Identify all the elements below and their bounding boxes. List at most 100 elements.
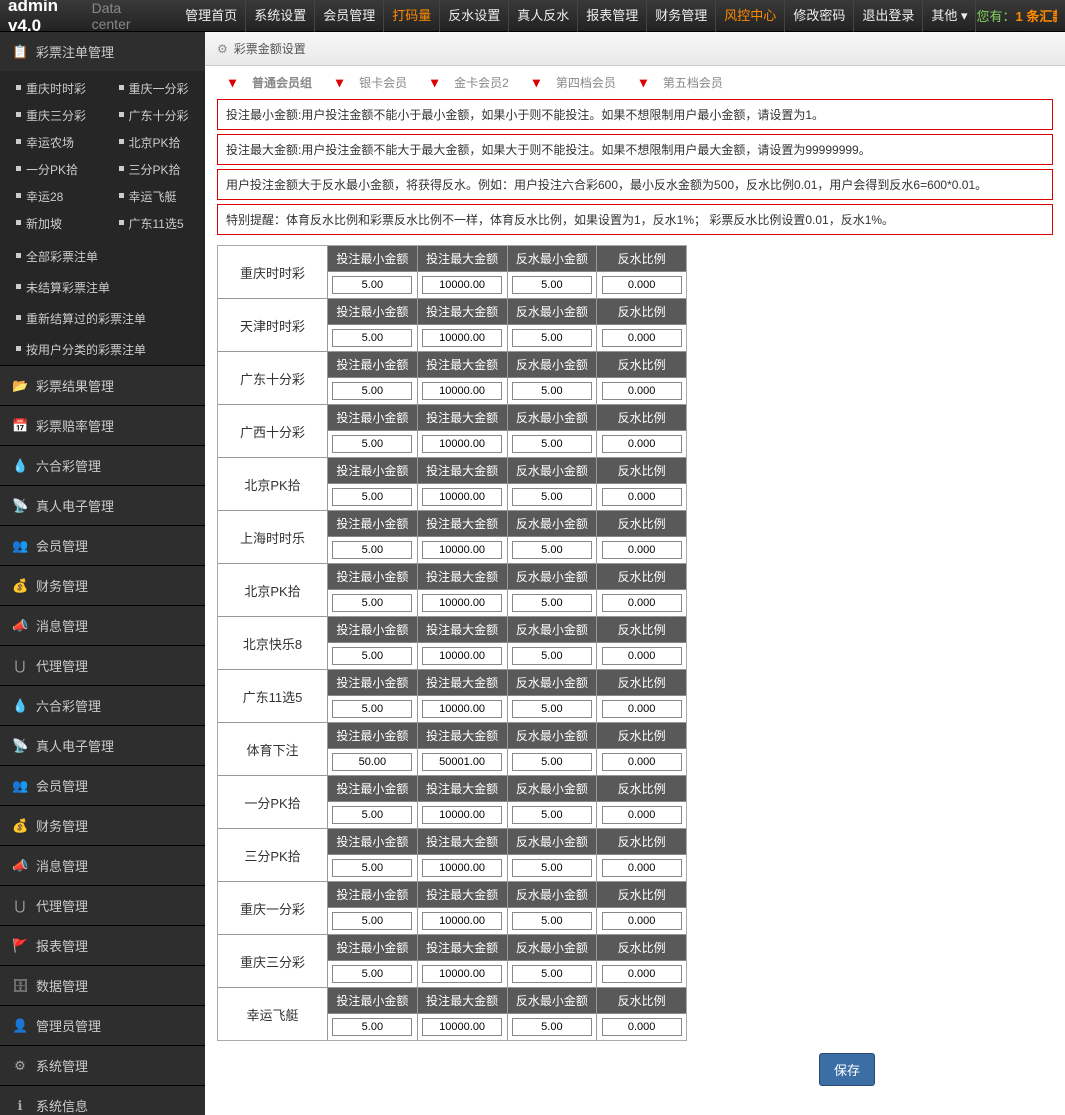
amount-input[interactable] xyxy=(422,1018,502,1036)
topnav-item[interactable]: 打码量 xyxy=(384,0,440,32)
sidebar-group[interactable]: ⋃代理管理 xyxy=(0,886,205,925)
sidebar-item[interactable]: 三分PK拾 xyxy=(103,156,206,183)
amount-input[interactable] xyxy=(602,859,682,877)
amount-input[interactable] xyxy=(422,329,502,347)
topnav-item[interactable]: 管理首页 xyxy=(177,0,246,32)
amount-input[interactable] xyxy=(332,753,412,771)
sidebar-item[interactable]: 一分PK拾 xyxy=(0,156,103,183)
topnav-item[interactable]: 真人反水 xyxy=(509,0,578,32)
sidebar-group[interactable]: 🚩报表管理 xyxy=(0,926,205,965)
amount-input[interactable] xyxy=(422,912,502,930)
amount-input[interactable] xyxy=(602,965,682,983)
sidebar-item[interactable]: 未结算彩票注单 xyxy=(0,272,205,303)
tier-tab[interactable]: ▾银卡会员 xyxy=(324,74,419,91)
amount-input[interactable] xyxy=(422,859,502,877)
amount-input[interactable] xyxy=(602,488,682,506)
amount-input[interactable] xyxy=(332,276,412,294)
tier-tab[interactable]: ▾第四档会员 xyxy=(521,74,628,91)
amount-input[interactable] xyxy=(512,859,592,877)
amount-input[interactable] xyxy=(332,806,412,824)
amount-input[interactable] xyxy=(422,594,502,612)
topnav-item[interactable]: 其他 ▾ xyxy=(923,0,976,32)
amount-input[interactable] xyxy=(422,700,502,718)
amount-input[interactable] xyxy=(512,435,592,453)
sidebar-group[interactable]: 💰财务管理 xyxy=(0,806,205,845)
sidebar-item[interactable]: 全部彩票注单 xyxy=(0,241,205,272)
topnav-item[interactable]: 系统设置 xyxy=(246,0,315,32)
sidebar-item[interactable]: 北京PK拾 xyxy=(103,129,206,156)
sidebar-group[interactable]: 📡真人电子管理 xyxy=(0,486,205,525)
topnav-item[interactable]: 修改密码 xyxy=(785,0,854,32)
amount-input[interactable] xyxy=(512,488,592,506)
amount-input[interactable] xyxy=(602,806,682,824)
sidebar-group[interactable]: 👥会员管理 xyxy=(0,526,205,565)
amount-input[interactable] xyxy=(332,541,412,559)
sidebar-group[interactable]: 📣消息管理 xyxy=(0,846,205,885)
sidebar-group[interactable]: ⚙系统管理 xyxy=(0,1046,205,1085)
sidebar-item[interactable]: 重庆时时彩 xyxy=(0,75,103,102)
sidebar-group[interactable]: 👥会员管理 xyxy=(0,766,205,805)
sidebar-item[interactable]: 幸运农场 xyxy=(0,129,103,156)
amount-input[interactable] xyxy=(332,965,412,983)
amount-input[interactable] xyxy=(512,912,592,930)
sidebar-item[interactable]: 幸运28 xyxy=(0,183,103,210)
sidebar-group[interactable]: 📂彩票结果管理 xyxy=(0,366,205,405)
sidebar-group[interactable]: 📣消息管理 xyxy=(0,606,205,645)
amount-input[interactable] xyxy=(512,594,592,612)
amount-input[interactable] xyxy=(512,541,592,559)
amount-input[interactable] xyxy=(602,541,682,559)
sidebar-item[interactable]: 幸运飞艇 xyxy=(103,183,206,210)
amount-input[interactable] xyxy=(422,647,502,665)
sidebar-group[interactable]: 💧六合彩管理 xyxy=(0,686,205,725)
topnav-item[interactable]: 风控中心 xyxy=(716,0,785,32)
amount-input[interactable] xyxy=(422,806,502,824)
tier-tab[interactable]: ▾普通会员组 xyxy=(217,74,324,91)
amount-input[interactable] xyxy=(512,1018,592,1036)
topnav-item[interactable]: 反水设置 xyxy=(440,0,509,32)
amount-input[interactable] xyxy=(602,1018,682,1036)
sidebar-item[interactable]: 新加坡 xyxy=(0,210,103,237)
amount-input[interactable] xyxy=(422,382,502,400)
amount-input[interactable] xyxy=(422,753,502,771)
amount-input[interactable] xyxy=(512,965,592,983)
sidebar-group-lottery-orders[interactable]: 📋 彩票注单管理 xyxy=(0,32,205,71)
amount-input[interactable] xyxy=(602,276,682,294)
sidebar-group[interactable]: 👤管理员管理 xyxy=(0,1006,205,1045)
amount-input[interactable] xyxy=(422,435,502,453)
topnav-item[interactable]: 退出登录 xyxy=(854,0,923,32)
save-button[interactable]: 保存 xyxy=(819,1053,875,1086)
sidebar-group[interactable]: 📅彩票赔率管理 xyxy=(0,406,205,445)
amount-input[interactable] xyxy=(332,912,412,930)
amount-input[interactable] xyxy=(422,541,502,559)
sidebar-group[interactable]: 🗄数据管理 xyxy=(0,966,205,1005)
sidebar-item[interactable]: 按用户分类的彩票注单 xyxy=(0,334,205,365)
amount-input[interactable] xyxy=(512,700,592,718)
amount-input[interactable] xyxy=(512,753,592,771)
amount-input[interactable] xyxy=(512,806,592,824)
sidebar-item[interactable]: 重庆三分彩 xyxy=(0,102,103,129)
amount-input[interactable] xyxy=(332,435,412,453)
sidebar-item[interactable]: 重庆一分彩 xyxy=(103,75,206,102)
sidebar-item[interactable]: 广东11选5 xyxy=(103,210,206,237)
amount-input[interactable] xyxy=(512,276,592,294)
amount-input[interactable] xyxy=(602,753,682,771)
topnav-item[interactable]: 报表管理 xyxy=(578,0,647,32)
amount-input[interactable] xyxy=(422,965,502,983)
amount-input[interactable] xyxy=(332,700,412,718)
amount-input[interactable] xyxy=(332,488,412,506)
amount-input[interactable] xyxy=(602,647,682,665)
amount-input[interactable] xyxy=(602,382,682,400)
sidebar-item[interactable]: 广东十分彩 xyxy=(103,102,206,129)
topnav-item[interactable]: 会员管理 xyxy=(315,0,384,32)
tier-tab[interactable]: ▾第五档会员 xyxy=(628,74,735,91)
topnav-item[interactable]: 财务管理 xyxy=(647,0,716,32)
amount-input[interactable] xyxy=(602,700,682,718)
amount-input[interactable] xyxy=(512,382,592,400)
amount-input[interactable] xyxy=(332,382,412,400)
sidebar-group[interactable]: 📡真人电子管理 xyxy=(0,726,205,765)
amount-input[interactable] xyxy=(602,329,682,347)
amount-input[interactable] xyxy=(332,647,412,665)
amount-input[interactable] xyxy=(332,1018,412,1036)
amount-input[interactable] xyxy=(332,859,412,877)
sidebar-group[interactable]: 💧六合彩管理 xyxy=(0,446,205,485)
